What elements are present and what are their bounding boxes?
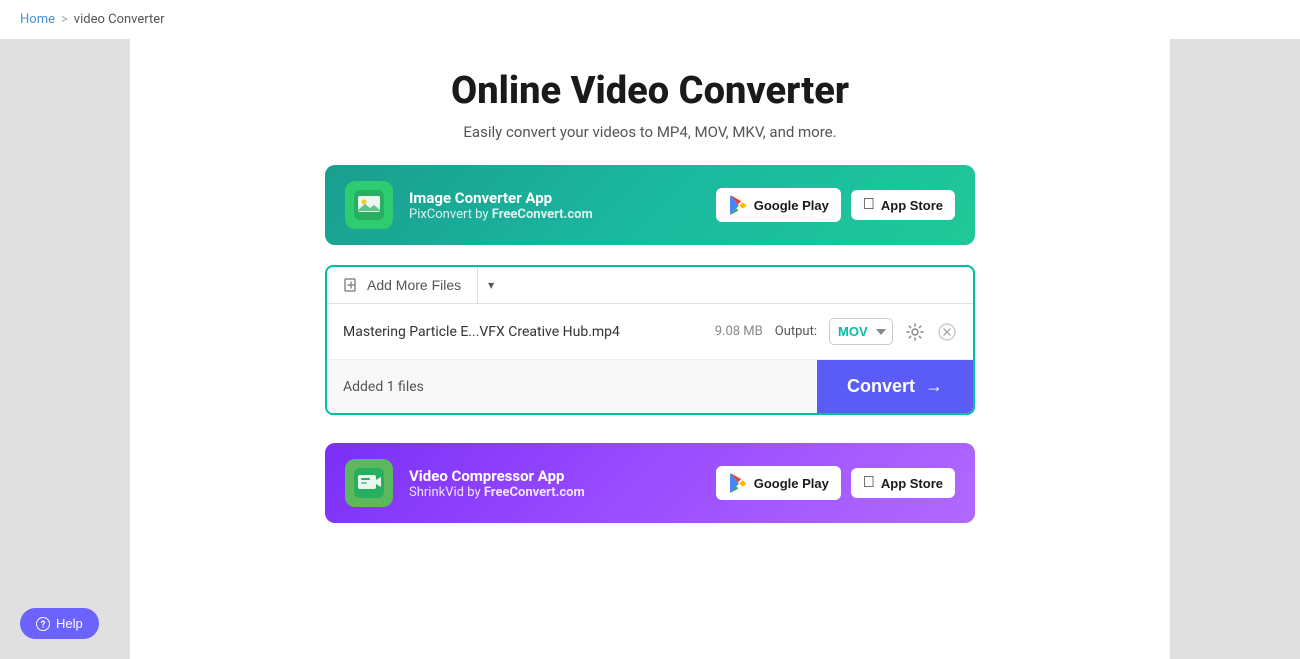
image-converter-sub: PixConvert by FreeConvert.com — [409, 207, 700, 222]
convert-row: Added 1 files Convert → — [327, 360, 973, 413]
image-converter-icon — [345, 181, 393, 229]
video-google-play-button[interactable]: Google Play — [716, 466, 841, 500]
settings-button[interactable] — [905, 322, 925, 342]
google-play-icon — [728, 195, 748, 215]
google-play-icon-2 — [728, 473, 748, 493]
image-google-play-button[interactable]: Google Play — [716, 188, 841, 222]
output-label: Output: — [775, 324, 817, 339]
help-button[interactable]: Help — [20, 608, 99, 639]
close-icon — [937, 322, 957, 342]
page-subtitle: Easily convert your videos to MP4, MOV, … — [463, 123, 836, 141]
upload-toolbar: Add More Files ▾ — [327, 267, 973, 304]
video-compressor-banner: Video Compressor App ShrinkVid by FreeCo… — [325, 443, 975, 523]
video-app-store-label: App Store — [881, 476, 943, 491]
image-app-store-button[interactable]:  App Store — [851, 190, 955, 220]
add-files-button[interactable]: Add More Files — [327, 267, 477, 303]
image-app-store-label: App Store — [881, 198, 943, 213]
convert-arrow-icon: → — [925, 376, 943, 397]
video-banner-buttons: Google Play  App Store — [716, 466, 955, 500]
file-row: Mastering Particle E...VFX Creative Hub.… — [327, 304, 973, 360]
image-converter-banner: Image Converter App PixConvert by FreeCo… — [325, 165, 975, 245]
output-format-select[interactable]: MOV MP4 MKV AVI — [829, 318, 893, 345]
video-app-store-button[interactable]:  App Store — [851, 468, 955, 498]
video-compressor-icon — [345, 459, 393, 507]
image-google-play-label: Google Play — [754, 198, 829, 213]
added-files-label: Added 1 files — [327, 365, 440, 409]
breadcrumb-home[interactable]: Home — [20, 12, 55, 27]
page-title: Online Video Converter — [451, 69, 849, 113]
image-banner-buttons: Google Play  App Store — [716, 188, 955, 222]
gear-icon — [905, 322, 925, 342]
add-files-dropdown-button[interactable]: ▾ — [477, 267, 504, 303]
video-compressor-text: Video Compressor App ShrinkVid by FreeCo… — [409, 467, 700, 500]
apple-icon-2:  — [863, 475, 875, 491]
remove-file-button[interactable] — [937, 322, 957, 342]
convert-button[interactable]: Convert → — [817, 360, 973, 413]
breadcrumb: Home > video Converter — [0, 0, 1300, 39]
apple-icon:  — [863, 197, 875, 213]
file-add-icon — [343, 277, 359, 293]
help-label: Help — [56, 616, 83, 631]
image-converter-text: Image Converter App PixConvert by FreeCo… — [409, 189, 700, 222]
breadcrumb-current: video Converter — [74, 12, 165, 27]
help-icon — [36, 617, 50, 631]
content-area: Online Video Converter Easily convert yo… — [130, 39, 1170, 659]
add-files-label: Add More Files — [367, 277, 461, 293]
video-compressor-sub: ShrinkVid by FreeConvert.com — [409, 485, 700, 500]
sidebar-right — [1170, 39, 1300, 659]
upload-section: Add More Files ▾ Mastering Particle E...… — [325, 265, 975, 415]
file-size: 9.08 MB — [715, 324, 763, 339]
sidebar-left — [0, 39, 130, 659]
breadcrumb-separator: > — [61, 12, 68, 27]
video-compressor-name: Video Compressor App — [409, 467, 700, 485]
image-converter-name: Image Converter App — [409, 189, 700, 207]
video-google-play-label: Google Play — [754, 476, 829, 491]
file-name: Mastering Particle E...VFX Creative Hub.… — [343, 324, 703, 340]
convert-label: Convert — [847, 376, 915, 397]
